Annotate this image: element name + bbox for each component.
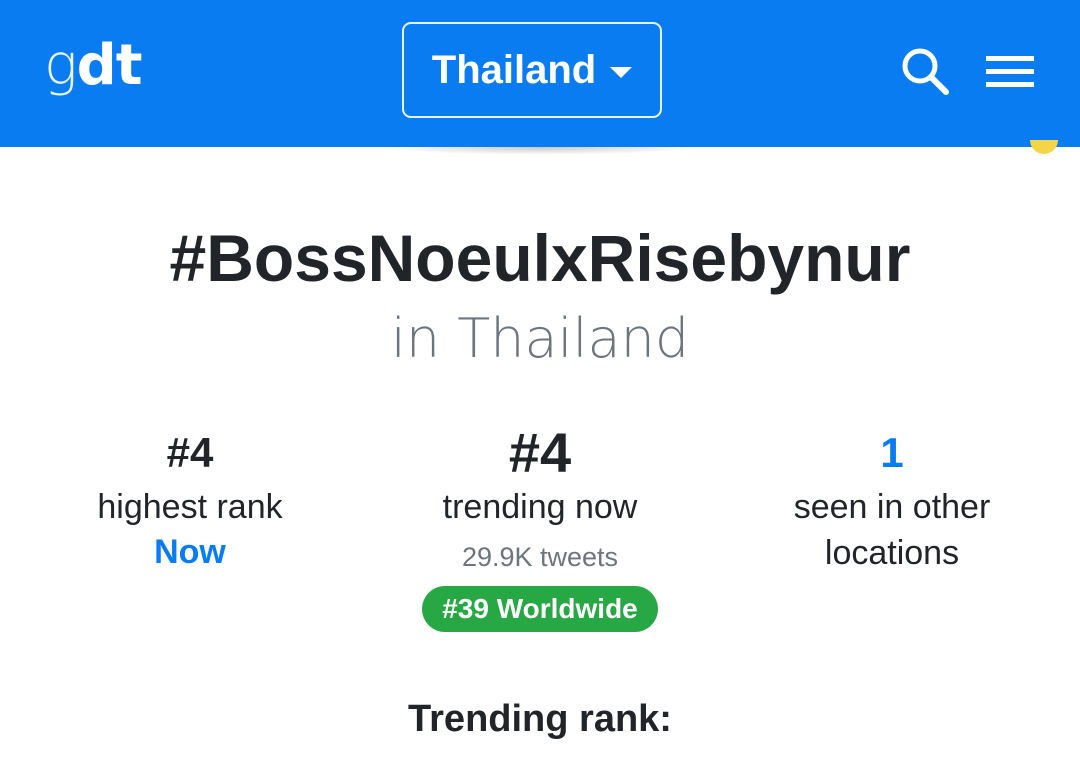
menu-button[interactable] [982,44,1038,100]
search-button[interactable] [898,44,954,100]
site-logo[interactable]: gdt [44,33,143,98]
caret-down-icon [610,66,633,78]
top-navbar: gdt Thailand [0,0,1080,147]
country-dropdown[interactable]: Thailand [402,22,662,118]
other-locations-value[interactable]: 1 [712,422,1072,484]
stat-other-locations: 1 seen in other locations [712,422,1072,576]
trend-title: #BossNoeulxRisebynur [169,221,911,295]
other-locations-label-line1: seen in other [793,488,991,526]
search-icon [902,48,949,95]
other-locations-label-line2: locations [824,534,960,572]
highest-rank-when-link[interactable]: Now [10,530,370,574]
trending-rank-heading: Trending rank: [408,698,672,740]
corner-decoration [1030,140,1058,154]
trending-now-label: trending now [442,488,638,526]
stat-trending-now: #4 trending now 29.9K tweets #39 Worldwi… [360,422,720,632]
hamburger-menu-icon [986,56,1034,87]
country-dropdown-label: Thailand [431,47,597,92]
trending-now-value: #4 [508,421,572,484]
navbar-shadow [380,147,700,155]
logo-letters-dt: dt [76,33,143,98]
worldwide-rank-badge[interactable]: #39 Worldwide [422,586,658,632]
logo-letter-g: g [44,33,78,98]
highest-rank-value: #4 [166,429,214,476]
trend-location: in Thailand [390,307,690,370]
tweet-count: 29.9K tweets [461,542,619,572]
stat-highest-rank: #4 highest rank Now [10,422,370,574]
highest-rank-label: highest rank [97,488,283,526]
